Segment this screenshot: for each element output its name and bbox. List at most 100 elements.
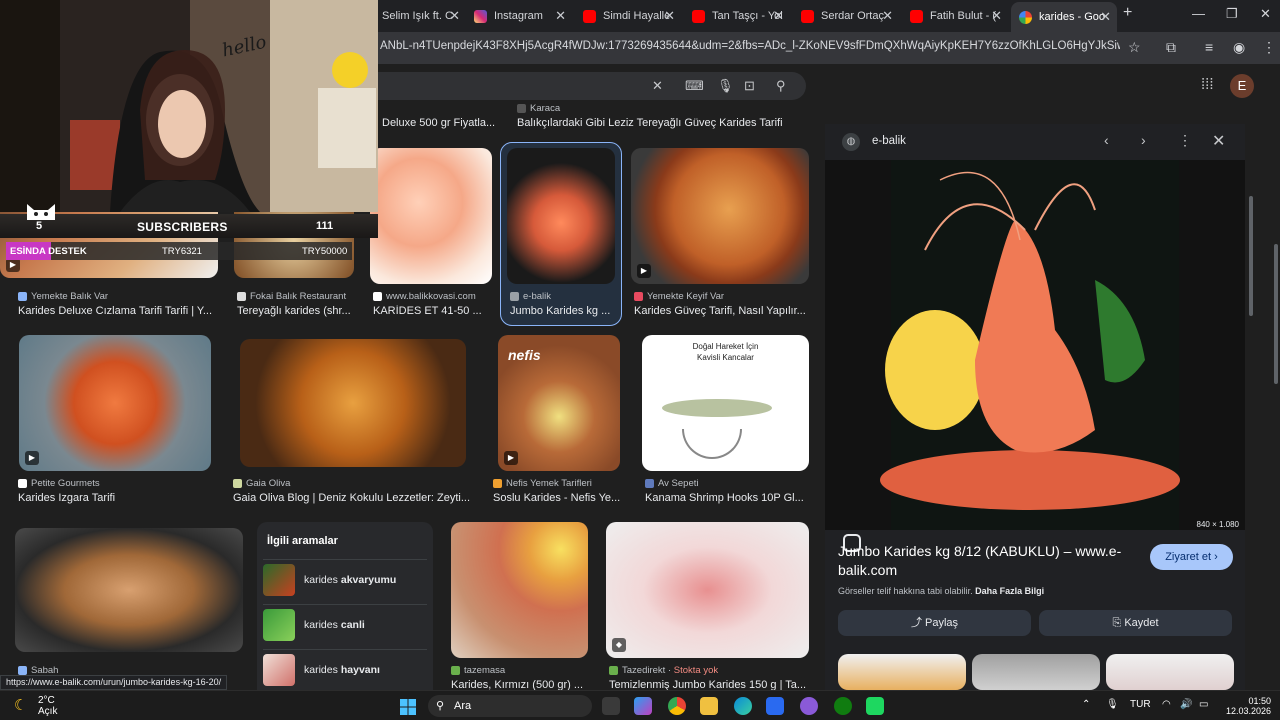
result-image[interactable] bbox=[451, 522, 588, 658]
close-icon[interactable]: ✕ bbox=[991, 8, 1002, 24]
lens-icon[interactable]: ⊡ bbox=[744, 78, 755, 94]
related-image[interactable] bbox=[838, 654, 966, 690]
tab-label: karides - Goo bbox=[1039, 11, 1106, 23]
result-image[interactable]: ◆ bbox=[606, 522, 809, 658]
result-title[interactable]: Kanama Shrimp Hooks 10P Gl... bbox=[645, 492, 805, 504]
result-title[interactable]: Karides Deluxe Cızlama Tarifi Tarifi | Y… bbox=[18, 305, 218, 317]
tab-tan[interactable]: Tan Taşçı - Yol ✕ bbox=[684, 4, 790, 28]
result-title[interactable]: Soslu Karides - Nefis Ye... bbox=[493, 492, 623, 504]
taskbar-search[interactable]: ⚲ Ara bbox=[428, 695, 592, 717]
share-button[interactable]: ⤴ Paylaş bbox=[838, 610, 1031, 636]
microphone-icon[interactable]: 🎙 bbox=[1106, 699, 1119, 710]
related-image[interactable] bbox=[972, 654, 1100, 690]
file-explorer-icon[interactable] bbox=[700, 697, 718, 715]
related-item[interactable]: karides hayvanı bbox=[263, 649, 427, 689]
result-title[interactable]: KARİDES ET 41-50 ... bbox=[373, 305, 488, 317]
tab-selim[interactable]: Selim Işık ft. C ✕ bbox=[374, 4, 466, 28]
keyboard-icon[interactable]: ⌨ bbox=[685, 78, 704, 94]
wifi-icon[interactable]: ◠ bbox=[1162, 699, 1171, 710]
related-item[interactable]: karides canli bbox=[263, 604, 427, 644]
result-image[interactable]: ▶ bbox=[631, 148, 809, 284]
result-title[interactable]: Deluxe 500 gr Fiyatla... bbox=[382, 117, 502, 129]
panel-title[interactable]: Jumbo Karides kg 8/12 (KABUKLU) – www.e-… bbox=[838, 542, 1128, 580]
previous-icon[interactable]: ‹ bbox=[1104, 132, 1109, 148]
task-view-icon[interactable] bbox=[602, 697, 620, 715]
microphone-icon[interactable]: 🎙 bbox=[717, 78, 734, 94]
result-title[interactable]: Balıkçılardaki Gibi Leziz Tereyağlı Güve… bbox=[517, 117, 807, 129]
scrollbar-thumb[interactable] bbox=[1249, 196, 1253, 316]
result-image[interactable] bbox=[370, 148, 492, 284]
battery-icon[interactable]: ▭ bbox=[1199, 699, 1208, 710]
tab-instagram[interactable]: Instagram ✕ bbox=[466, 4, 572, 28]
result-image[interactable] bbox=[507, 148, 615, 284]
result-source: Yemekte Balık Var bbox=[18, 291, 108, 302]
close-icon[interactable]: ✕ bbox=[1100, 9, 1111, 25]
tab-simdi[interactable]: Simdi Hayalle ✕ bbox=[575, 4, 681, 28]
result-title[interactable]: Karides Izgara Tarifi bbox=[18, 492, 218, 504]
related-image[interactable] bbox=[1106, 654, 1234, 690]
result-image[interactable] bbox=[240, 339, 466, 467]
save-button[interactable]: ⎘ Kaydet bbox=[1039, 610, 1232, 636]
moon-weather-icon[interactable]: ☾ bbox=[14, 696, 27, 714]
url-field[interactable]: ANbL-n4TUenpdejK43F8XHj5AcgR4fWDJw:17732… bbox=[380, 40, 1120, 52]
app-icon-green[interactable] bbox=[866, 697, 884, 715]
result-title[interactable]: Karides Güveç Tarifi, Nasıl Yapılır... bbox=[634, 305, 809, 317]
panel-source[interactable]: e-balik bbox=[872, 135, 906, 147]
media-control-icon[interactable]: ≡ bbox=[1205, 39, 1213, 55]
avatar[interactable]: E bbox=[1230, 74, 1254, 98]
close-icon[interactable]: ✕ bbox=[555, 8, 566, 24]
close-icon[interactable]: ✕ bbox=[773, 8, 784, 24]
edge-icon[interactable] bbox=[734, 697, 752, 715]
bookmark-star-icon[interactable]: ☆ bbox=[1128, 39, 1141, 56]
more-info-link[interactable]: Daha Fazla Bilgi bbox=[975, 586, 1044, 596]
close-icon[interactable]: ✕ bbox=[1212, 131, 1225, 151]
panel-scrollbar[interactable] bbox=[1245, 124, 1255, 684]
result-title[interactable]: Jumbo Karides kg ... bbox=[510, 305, 616, 317]
restore-icon[interactable]: ❐ bbox=[1226, 6, 1238, 22]
page-scrollbar[interactable] bbox=[1274, 244, 1278, 384]
tab-fatih[interactable]: Fatih Bulut - ( ✕ bbox=[902, 4, 1008, 28]
result-image[interactable] bbox=[15, 528, 243, 652]
clear-icon[interactable]: ✕ bbox=[652, 78, 663, 94]
close-window-icon[interactable]: ✕ bbox=[1260, 6, 1271, 22]
store-icon[interactable] bbox=[766, 697, 784, 715]
app-icon[interactable] bbox=[800, 697, 818, 715]
close-icon[interactable]: ✕ bbox=[882, 8, 893, 24]
chrome-icon[interactable] bbox=[668, 697, 686, 715]
preview-image[interactable] bbox=[825, 160, 1245, 552]
tab-serdar[interactable]: Serdar Ortaç ✕ bbox=[793, 4, 899, 28]
more-options-icon[interactable]: ⋮ bbox=[1178, 132, 1192, 149]
result-image[interactable]: ▶ bbox=[19, 335, 211, 471]
new-tab-button[interactable]: + bbox=[1123, 4, 1132, 22]
menu-icon[interactable]: ⋮ bbox=[1262, 39, 1276, 56]
result-image[interactable]: nefis ▶ bbox=[498, 335, 620, 471]
copilot-icon[interactable] bbox=[634, 697, 652, 715]
language-indicator[interactable]: TUR bbox=[1130, 699, 1151, 710]
xbox-icon[interactable] bbox=[834, 697, 852, 715]
goal-current: TRY6321 bbox=[162, 246, 202, 257]
visit-button[interactable]: Ziyaret et › bbox=[1150, 544, 1233, 570]
result-title[interactable]: Tereyağlı karides (shr... bbox=[237, 305, 357, 317]
close-icon[interactable]: ✕ bbox=[449, 8, 460, 24]
windows-start-icon[interactable] bbox=[400, 699, 416, 715]
tab-karides[interactable]: karides - Goo ✕ bbox=[1011, 2, 1117, 32]
next-icon[interactable]: › bbox=[1141, 132, 1146, 148]
search-icon: ⚲ bbox=[436, 700, 445, 712]
search-icon[interactable]: ⚲ bbox=[776, 78, 786, 94]
shrimp-illustration bbox=[880, 160, 1180, 530]
search-box[interactable]: ✕ ⌨ 🎙 ⊡ ⚲ bbox=[360, 72, 806, 100]
result-title[interactable]: Gaia Oliva Blog | Deniz Kokulu Lezzetler… bbox=[233, 492, 471, 504]
minimize-icon[interactable]: — bbox=[1192, 6, 1205, 21]
result-title[interactable]: Karides, Kırmızı (500 gr) ... bbox=[451, 679, 586, 690]
extensions-icon[interactable]: ⧉ bbox=[1166, 39, 1176, 56]
weather-widget[interactable]: 2°C Açık bbox=[38, 695, 57, 717]
volume-icon[interactable]: 🔊 bbox=[1180, 699, 1192, 710]
clock[interactable]: 01:50 12.03.2026 bbox=[1226, 696, 1271, 716]
apps-grid-icon[interactable]: ⁞⁞⁞ bbox=[1201, 76, 1214, 93]
chevron-up-icon[interactable]: ⌃ bbox=[1082, 699, 1090, 710]
profile-icon[interactable]: ◉ bbox=[1233, 39, 1245, 56]
result-title[interactable]: Temizlenmiş Jumbo Karides 150 g | Ta... bbox=[609, 679, 807, 690]
related-item[interactable]: karides akvaryumu bbox=[263, 559, 427, 599]
result-image[interactable]: Doğal Hareket İçin Kavisli Kancalar bbox=[642, 335, 809, 471]
close-icon[interactable]: ✕ bbox=[664, 8, 675, 24]
